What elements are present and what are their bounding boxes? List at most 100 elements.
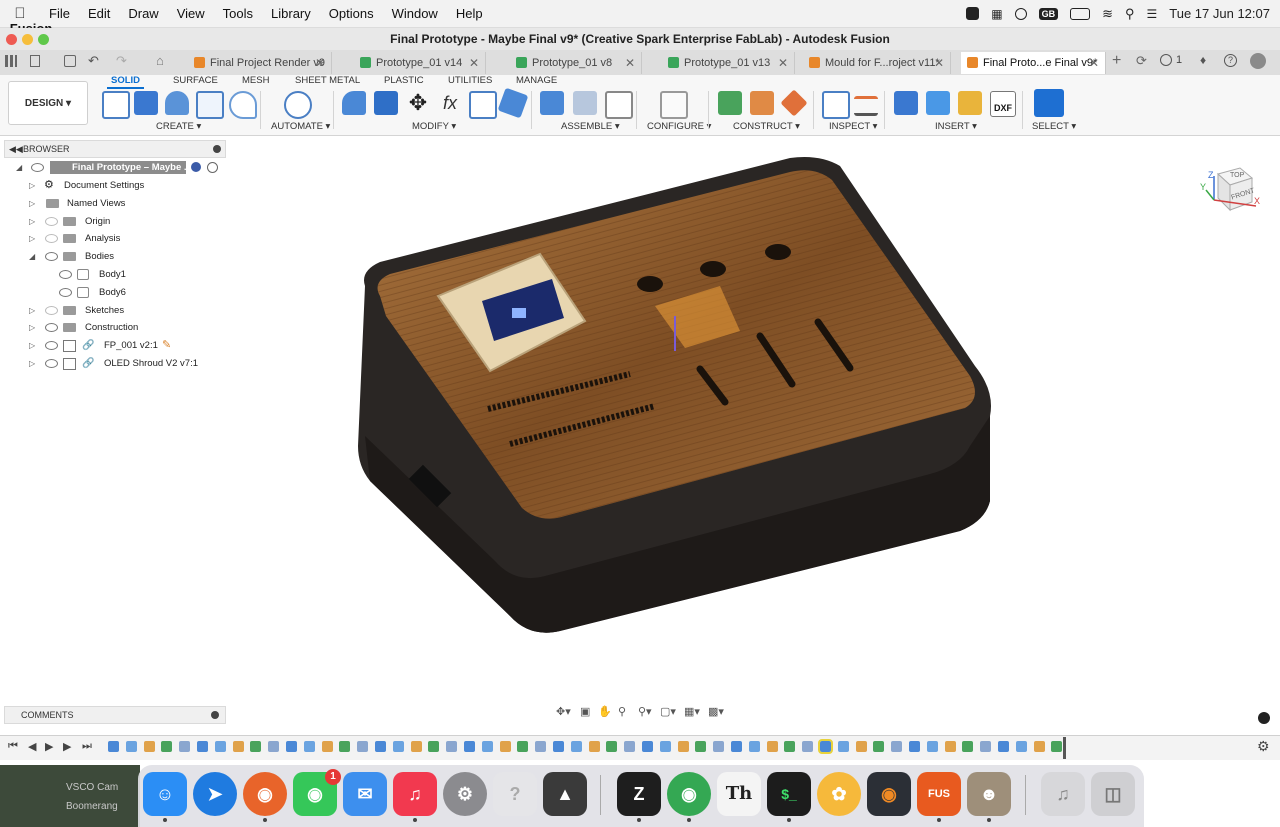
- look-at-icon[interactable]: ▣: [580, 705, 590, 718]
- sweep-icon[interactable]: [229, 91, 257, 119]
- timeline-feature-icon[interactable]: [375, 741, 386, 752]
- extensions-icon[interactable]: [1160, 54, 1172, 66]
- orbit-icon[interactable]: ✥▾: [556, 705, 571, 718]
- expand-arrow-icon[interactable]: ▷: [29, 177, 35, 194]
- revolve-icon[interactable]: [165, 91, 189, 115]
- typeface-icon[interactable]: Th: [717, 772, 761, 816]
- timeline-feature-icon[interactable]: [891, 741, 903, 752]
- midplane-icon[interactable]: [780, 89, 808, 117]
- timeline-feature-icon[interactable]: [161, 741, 173, 752]
- timeline-feature-icon[interactable]: [944, 741, 956, 752]
- timeline-feature-icon[interactable]: [392, 741, 404, 752]
- timeline-feature-icon[interactable]: [321, 741, 333, 752]
- music-folder-icon[interactable]: ♫: [1041, 772, 1085, 816]
- new-component-icon[interactable]: [540, 91, 564, 115]
- timeline-feature-icon[interactable]: [303, 741, 315, 752]
- tab-solid[interactable]: SOLID: [106, 75, 145, 89]
- align-icon[interactable]: [469, 91, 497, 119]
- timeline-feature-icon[interactable]: [998, 741, 1009, 752]
- group-assemble[interactable]: ASSEMBLE ▾: [561, 121, 620, 132]
- fillet-icon[interactable]: [342, 91, 366, 115]
- browser-item-fp001[interactable]: ▷ 🔗 FP_001 v2:1 ✎: [14, 337, 194, 354]
- timeline-feature-icon[interactable]: [410, 741, 422, 752]
- terminal-icon[interactable]: $_: [767, 772, 811, 822]
- timeline-feature-icon[interactable]: [642, 741, 653, 752]
- joint-icon[interactable]: [573, 91, 597, 115]
- timeline-feature-icon[interactable]: [855, 741, 867, 752]
- close-icon[interactable]: ✕: [934, 52, 944, 74]
- rectangle-pattern-icon[interactable]: [196, 91, 224, 119]
- timeline-feature-icon[interactable]: [357, 741, 369, 752]
- expand-arrow-icon[interactable]: ▷: [29, 319, 35, 336]
- timeline-feature-icon[interactable]: [748, 741, 760, 752]
- timeline-feature-icon[interactable]: [766, 741, 778, 752]
- timeline-feature-icon[interactable]: [481, 741, 493, 752]
- tab-prototype-v8[interactable]: Prototype_01 v8 ✕: [510, 52, 642, 74]
- tab-final-project-render[interactable]: Final Project Render v9 ✕: [188, 52, 332, 74]
- split-body-icon[interactable]: [497, 87, 529, 119]
- mail-icon[interactable]: ✉: [343, 772, 387, 816]
- timeline-feature-icon[interactable]: [962, 741, 974, 752]
- group-create[interactable]: CREATE ▾: [156, 121, 201, 132]
- assembly-table-icon[interactable]: [605, 91, 633, 119]
- fusion-icon[interactable]: FUS: [917, 772, 961, 822]
- automate-icon[interactable]: [284, 91, 312, 119]
- timeline-feature-icon[interactable]: [802, 741, 814, 752]
- timeline-feature-icon[interactable]: [339, 741, 351, 752]
- file-menu-icon[interactable]: [30, 55, 40, 67]
- play-circle-icon[interactable]: [1014, 7, 1027, 20]
- timeline-feature-icon[interactable]: [268, 741, 280, 752]
- avatar[interactable]: [1250, 53, 1266, 69]
- menu-edit[interactable]: Edit: [79, 6, 119, 21]
- job-status-icon[interactable]: ⟳: [1136, 53, 1147, 69]
- activate-component-icon[interactable]: [191, 162, 201, 172]
- visibility-eye-icon[interactable]: [59, 288, 72, 297]
- tab-prototype-v13[interactable]: Prototype_01 v13 ✕: [662, 52, 795, 74]
- step-back-icon[interactable]: ◀: [28, 740, 36, 753]
- timeline-feature-icon[interactable]: [1015, 741, 1027, 752]
- timeline-feature-icon[interactable]: [1051, 741, 1063, 752]
- timeline-feature-icon[interactable]: [873, 741, 885, 752]
- select-icon[interactable]: [1034, 89, 1064, 117]
- comments-panel-header[interactable]: COMMENTS: [4, 706, 226, 724]
- panel-pin-icon[interactable]: [213, 145, 221, 153]
- timeline-marker[interactable]: [1063, 737, 1066, 759]
- group-select[interactable]: SELECT ▾: [1032, 121, 1076, 132]
- press-pull-icon[interactable]: [374, 91, 398, 115]
- wifi-icon[interactable]: ≋: [1102, 6, 1113, 22]
- timeline-feature-icon[interactable]: [588, 741, 600, 752]
- undo-icon[interactable]: ↶: [88, 53, 99, 69]
- close-icon[interactable]: ✕: [1089, 52, 1099, 74]
- zoom-window-button[interactable]: [38, 34, 49, 45]
- firefox-icon[interactable]: ◉: [243, 772, 287, 822]
- configure-icon[interactable]: [660, 91, 688, 119]
- visibility-eye-icon[interactable]: [45, 341, 58, 350]
- expand-arrow-icon[interactable]: ▷: [29, 213, 35, 230]
- expand-arrow-icon[interactable]: ▷: [29, 302, 35, 319]
- group-modify[interactable]: MODIFY ▾: [412, 121, 456, 132]
- chrome-icon[interactable]: ◉: [667, 772, 711, 822]
- timeline-feature-icon[interactable]: [214, 741, 226, 752]
- view-cube-top-label[interactable]: TOP: [1230, 172, 1244, 179]
- menu-help[interactable]: Help: [447, 6, 492, 21]
- expand-arrow-icon[interactable]: ▷: [29, 230, 35, 247]
- timeline-feature-icon[interactable]: [926, 741, 938, 752]
- group-configure[interactable]: CONFIGURE ▾: [647, 121, 711, 132]
- timeline-feature-icon[interactable]: [909, 741, 920, 752]
- zed-icon[interactable]: Z: [617, 772, 661, 822]
- timeline-feature-icon[interactable]: [695, 741, 707, 752]
- play-icon[interactable]: ▶: [45, 740, 53, 753]
- tab-prototype-v14[interactable]: Prototype_01 v14 ✕: [354, 52, 486, 74]
- timeline-feature-icon[interactable]: [108, 741, 119, 752]
- inkscape-icon[interactable]: ▲: [543, 772, 587, 816]
- expand-arrow-icon[interactable]: ▷: [29, 355, 35, 372]
- close-icon[interactable]: ✕: [469, 52, 479, 74]
- collapse-arrow-icon[interactable]: ◢: [29, 248, 35, 265]
- help-icon[interactable]: ?: [1224, 54, 1237, 67]
- insert-derive-icon[interactable]: [894, 91, 918, 115]
- group-insert[interactable]: INSERT ▾: [935, 121, 977, 132]
- timeline-feature-icon[interactable]: [570, 741, 582, 752]
- viewports-icon[interactable]: ▩▾: [708, 705, 724, 718]
- insert-mesh-icon[interactable]: [958, 91, 982, 115]
- timeline-feature-icon[interactable]: [713, 741, 725, 752]
